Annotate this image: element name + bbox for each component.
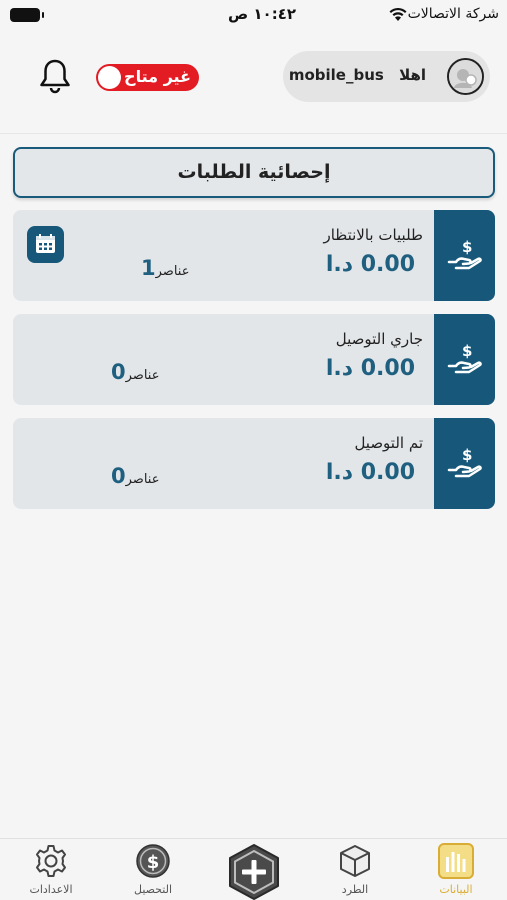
card-count-unit: عناصر <box>155 264 190 279</box>
page-title: إحصائية الطلبات <box>177 161 331 183</box>
svg-text:$: $ <box>462 342 472 360</box>
user-avatar-icon <box>449 60 482 93</box>
nav-label: الطرد <box>341 883 369 896</box>
card-icon-panel: $ <box>434 210 495 301</box>
card-amount: 0.00 د.ا <box>325 356 415 381</box>
card-count-value: 0 <box>111 360 126 384</box>
nav-item-parcel[interactable]: الطرد <box>310 839 400 900</box>
card-icon-panel: $ <box>434 314 495 405</box>
svg-text:$: $ <box>462 446 472 464</box>
card-amount: 0.00 د.ا <box>325 460 415 485</box>
svg-text:$: $ <box>462 238 472 256</box>
availability-toggle[interactable]: غير متاح <box>96 64 199 91</box>
card-count-unit: عناصر <box>125 472 160 487</box>
nav-item-settings[interactable]: الاعدادات <box>6 839 96 900</box>
card-amount: 0.00 د.ا <box>325 252 415 277</box>
card-count-unit: عناصر <box>125 368 160 383</box>
greeting: mobile_bus اهلا <box>289 66 426 84</box>
card-count-value: 1 <box>141 256 156 280</box>
calendar-icon <box>36 234 55 253</box>
nav-label: البيانات <box>439 883 473 896</box>
money-hand-icon: $ <box>447 342 482 374</box>
username: mobile_bus <box>288 66 384 84</box>
status-time: ١٠:٤٢ ص <box>228 5 297 23</box>
avatar[interactable] <box>447 58 484 95</box>
card-icon-panel: $ <box>434 418 495 509</box>
chart-bars-icon <box>438 843 474 879</box>
stats-card-in-delivery[interactable]: $ جاري التوصيل 0.00 د.ا 0عناصر <box>13 314 495 405</box>
status-bar: ١٠:٤٢ ص شركة الاتصالات <box>0 0 507 30</box>
availability-label: غير متاح <box>124 67 191 86</box>
nav-item-collection[interactable]: $ التحصيل <box>108 839 198 900</box>
greeting-label: اهلا <box>399 66 426 84</box>
page-title-box: إحصائية الطلبات <box>13 147 495 198</box>
stats-card-pending[interactable]: $ طلبيات بالانتظار 0.00 د.ا 1عناصر <box>13 210 495 301</box>
svg-text:$: $ <box>147 852 160 873</box>
user-profile-pill[interactable]: mobile_bus اهلا <box>283 51 490 102</box>
calendar-button[interactable] <box>27 226 64 263</box>
bottom-nav: البيانات الطرد $ التحصيل الاعدادات <box>0 838 507 900</box>
card-count-value: 0 <box>111 464 126 488</box>
dollar-coin-icon: $ <box>136 844 170 878</box>
card-count: 1عناصر <box>141 256 189 280</box>
nav-label: الاعدادات <box>29 883 73 896</box>
battery-icon <box>10 8 44 22</box>
add-hexagon-icon <box>229 844 279 900</box>
add-button[interactable] <box>226 843 282 900</box>
nav-label: التحصيل <box>133 883 173 896</box>
bell-icon[interactable] <box>38 58 72 94</box>
card-count: 0عناصر <box>111 464 159 488</box>
card-count: 0عناصر <box>111 360 159 384</box>
card-title: تم التوصيل <box>354 434 423 452</box>
card-title: جاري التوصيل <box>335 330 423 348</box>
card-title: طلبيات بالانتظار <box>323 226 423 244</box>
money-hand-icon: $ <box>447 238 482 270</box>
toggle-knob <box>98 66 121 89</box>
carrier-name: شركة الاتصالات <box>407 6 499 22</box>
app-header: غير متاح mobile_bus اهلا <box>0 30 507 134</box>
wifi-icon <box>389 7 407 21</box>
box-icon <box>340 845 370 877</box>
stats-card-delivered[interactable]: $ تم التوصيل 0.00 د.ا 0عناصر <box>13 418 495 509</box>
gear-icon <box>36 845 66 877</box>
money-hand-icon: $ <box>447 446 482 478</box>
nav-item-data[interactable]: البيانات <box>411 839 501 900</box>
